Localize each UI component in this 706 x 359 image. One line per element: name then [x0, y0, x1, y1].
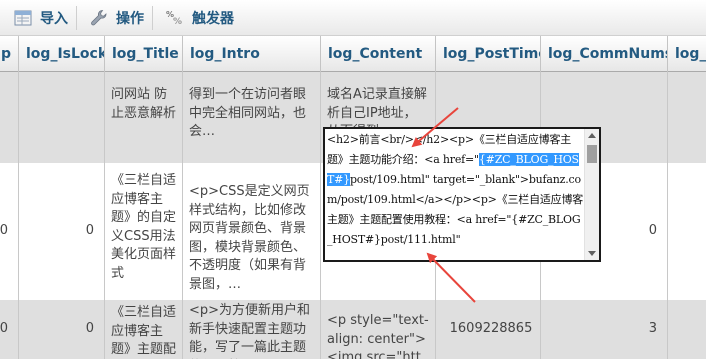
- cell-islock: [19, 72, 105, 163]
- column-header-commnums[interactable]: log_CommNums: [541, 36, 668, 72]
- table-header: p log_IsLock log_Title log_Intro log_Con…: [0, 36, 706, 72]
- column-header-id[interactable]: p: [0, 36, 19, 72]
- cell-id: 0: [0, 163, 19, 300]
- cell-title: 问网站 防止恶意解析: [105, 72, 183, 163]
- cell-islock: 0: [19, 163, 105, 300]
- column-header-content[interactable]: log_Content: [321, 36, 436, 72]
- editor-text[interactable]: <h2>前言<br/></h2><p>《三栏自适应博客主题》主题功能介绍：<a …: [327, 129, 585, 250]
- operation-button[interactable]: 操作: [90, 0, 144, 36]
- svg-text:%: %: [173, 17, 182, 27]
- cell-intro: <p>为方便新用户和新手快速配置主题功能，写了一篇此主题的使用教程。</p><p…: [183, 300, 321, 359]
- cell-id: 0: [0, 300, 19, 359]
- cell-views: [668, 163, 706, 300]
- operation-label: 操作: [116, 11, 144, 27]
- column-header-posttime[interactable]: log_PostTime: [436, 36, 541, 72]
- scrollbar-thumb[interactable]: [587, 145, 597, 163]
- import-button[interactable]: 导入: [14, 0, 68, 36]
- cell-intro: <p>CSS是定义网页样式结构，比如修改网页背景颜色、背景图，模块背景颜色、不透…: [183, 163, 321, 300]
- cell-intro: 得到一个在访问者眼中完全相同网站，也会…: [183, 72, 321, 163]
- cell-commnums: 3: [541, 300, 668, 359]
- cell-islock: 0: [19, 300, 105, 359]
- cell-title: 《三栏自适应博客主题》的自定义CSS用法美化页面样式: [105, 163, 183, 300]
- editor-scrollbar[interactable]: [584, 129, 599, 260]
- column-header-islock[interactable]: log_IsLock: [19, 36, 105, 72]
- import-icon: [14, 9, 32, 27]
- cell-views: [668, 72, 706, 163]
- column-header-views[interactable]: log_V: [668, 36, 706, 72]
- trigger-label: 触发器: [192, 11, 234, 27]
- cell-posttime: 1609228865: [436, 300, 541, 359]
- cell-content: <p style="text-align: center"><img src="…: [321, 300, 436, 359]
- column-header-intro[interactable]: log_Intro: [183, 36, 321, 72]
- column-header-title[interactable]: log_Title: [105, 36, 183, 72]
- trigger-button[interactable]: % % 触发器: [166, 0, 234, 36]
- table-row[interactable]: 0 0 《三栏自适应博客主题》主题配置使用教程 <p>为方便新用户和新手快速配置…: [0, 300, 706, 359]
- editor-text-after: post/109.html" target="_blank">bufanz.co…: [327, 173, 584, 246]
- toolbar-divider: [76, 6, 77, 30]
- cell-views: [668, 300, 706, 359]
- trigger-icon: % %: [166, 9, 184, 27]
- toolbar-divider: [152, 6, 153, 30]
- cell-id: [0, 72, 19, 163]
- cell-title: 《三栏自适应博客主题》主题配置使用教程: [105, 300, 183, 359]
- toolbar: 导入 操作 % % 触发器: [0, 0, 706, 36]
- scroll-up-icon[interactable]: [588, 133, 596, 138]
- scroll-down-icon[interactable]: [588, 251, 596, 256]
- wrench-icon: [90, 9, 108, 27]
- content-editor-textarea[interactable]: <h2>前言<br/></h2><p>《三栏自适应博客主题》主题功能介绍：<a …: [323, 127, 601, 262]
- import-label: 导入: [40, 11, 68, 27]
